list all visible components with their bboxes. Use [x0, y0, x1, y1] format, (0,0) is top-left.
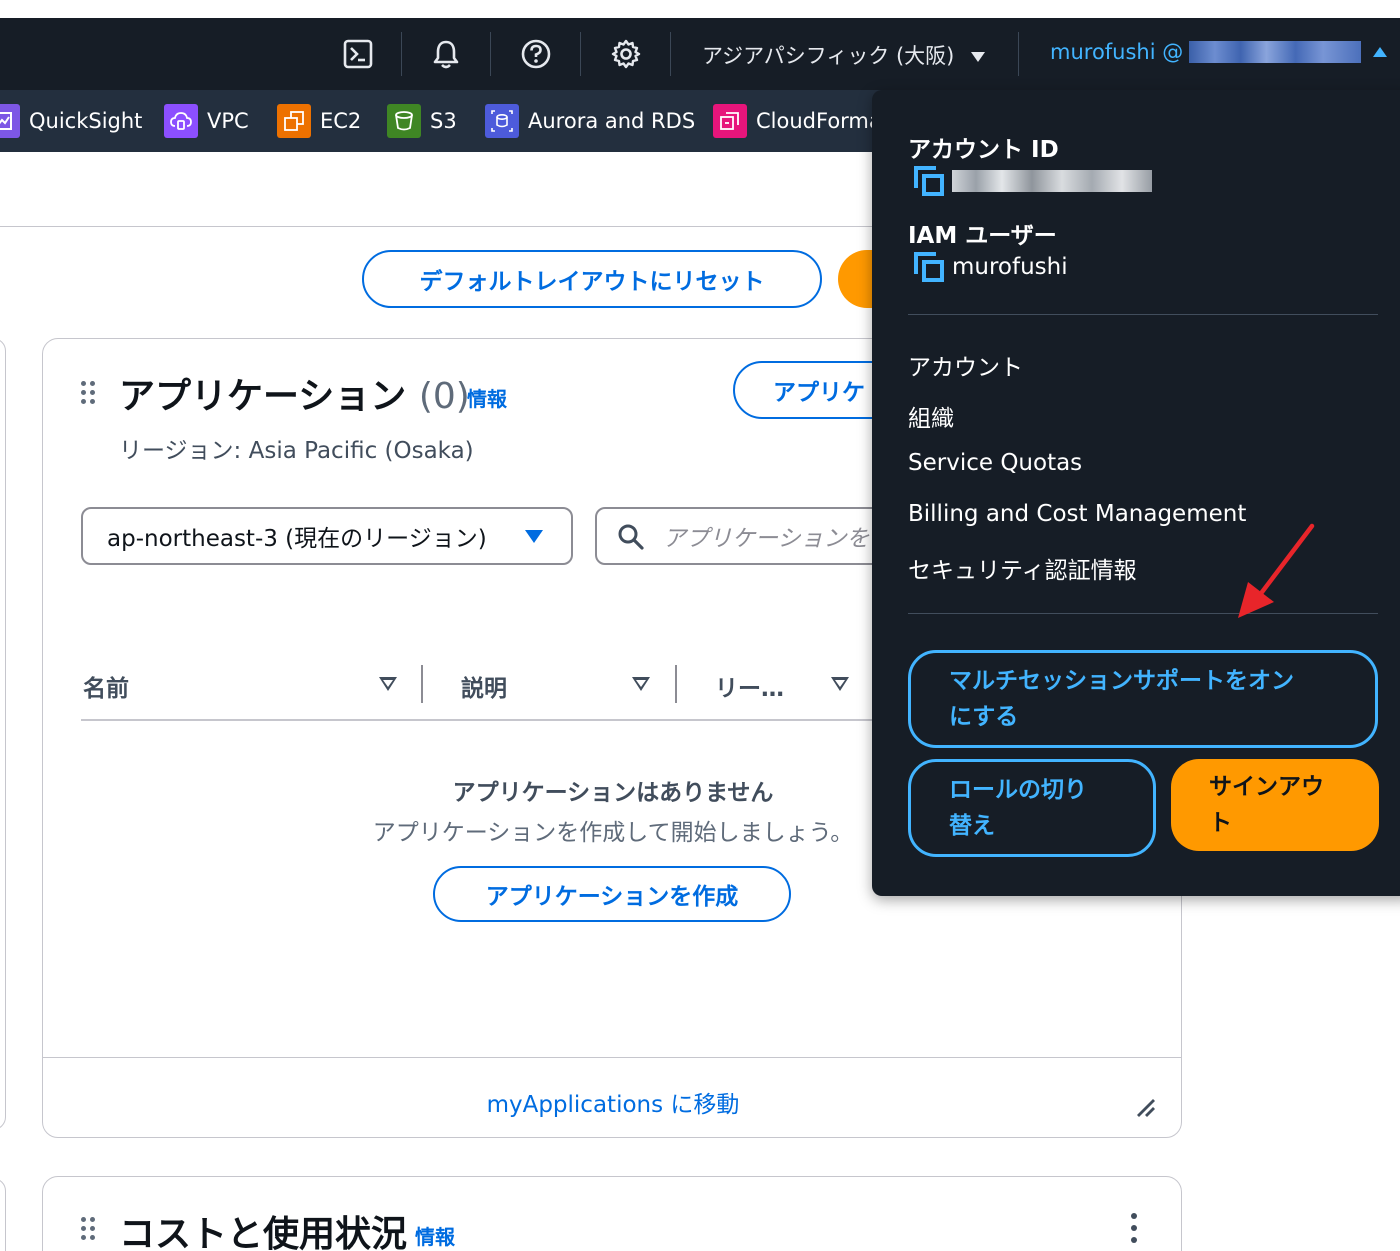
- favorite-aurora-rds[interactable]: Aurora and RDS: [485, 104, 695, 138]
- gear-icon[interactable]: [608, 36, 644, 72]
- favorite-quicksight[interactable]: QuickSight: [0, 104, 142, 138]
- button-label-line: マルチセッションサポートをオン: [949, 668, 1294, 694]
- caret-down-icon: [525, 530, 543, 543]
- region-select-value: ap-northeast-3 (現在のリージョン): [107, 526, 487, 552]
- button-label-line: にする: [949, 704, 1019, 730]
- region-select[interactable]: ap-northeast-3 (現在のリージョン): [81, 507, 573, 565]
- nav-divider: [1018, 32, 1019, 76]
- copy-icon: [914, 166, 944, 196]
- nav-divider: [401, 32, 402, 76]
- turn-on-multisession-button[interactable]: マルチセッションサポートをオン にする: [908, 650, 1378, 748]
- top-navigation-bar: アジアパシフィック (大阪) murofushi @: [0, 18, 1400, 90]
- user-name-label: murofushi @: [1050, 40, 1184, 64]
- left-widget-edge: [0, 338, 6, 1130]
- sign-out-button[interactable]: サインアウ ト: [1171, 759, 1379, 851]
- iam-user-value: murofushi: [952, 254, 1068, 280]
- quicksight-icon: [0, 104, 20, 138]
- rds-icon: [485, 104, 519, 138]
- button-label-line: ト: [1209, 810, 1232, 836]
- favorite-label: CloudForma: [756, 109, 882, 133]
- sort-icon[interactable]: [632, 677, 650, 691]
- button-label-line: ロールの切り: [949, 777, 1087, 803]
- column-header-description[interactable]: 説明: [461, 669, 507, 703]
- drag-handle-icon[interactable]: [81, 1217, 97, 1243]
- applications-count: (0): [418, 376, 470, 417]
- drag-handle-icon[interactable]: [81, 381, 97, 407]
- create-application-button[interactable]: アプリケーションを作成: [433, 866, 791, 922]
- caret-down-icon: [971, 52, 986, 62]
- account-menu-dropdown: アカウント ID IAM ユーザー murofushi アカウント 組織 Ser…: [872, 90, 1400, 896]
- go-to-myapplications-link[interactable]: myApplications に移動: [43, 1085, 1181, 1119]
- region-label: アジアパシフィック (大阪): [702, 44, 955, 68]
- column-resizer[interactable]: [675, 665, 677, 703]
- widget-title-text: アプリケーション: [119, 376, 407, 417]
- reset-layout-button[interactable]: デフォルトレイアウトにリセット: [362, 250, 822, 308]
- menu-item-security-credentials[interactable]: セキュリティ認証情報: [908, 551, 1137, 585]
- menu-divider: [908, 314, 1378, 315]
- nav-divider: [580, 32, 581, 76]
- favorite-label: VPC: [207, 109, 249, 133]
- search-placeholder: アプリケーションを: [663, 526, 870, 552]
- cost-usage-widget: コストと使用状況 情報: [42, 1176, 1182, 1251]
- info-link[interactable]: 情報: [467, 383, 507, 412]
- iam-user-label: IAM ユーザー: [908, 223, 1057, 249]
- search-icon: [617, 523, 645, 557]
- menu-item-billing[interactable]: Billing and Cost Management: [908, 501, 1246, 527]
- copy-icon: [914, 252, 944, 282]
- nav-divider: [670, 32, 671, 76]
- nav-divider: [490, 32, 491, 76]
- s3-icon: [387, 104, 421, 138]
- favorite-ec2[interactable]: EC2: [277, 104, 361, 138]
- sort-icon[interactable]: [831, 677, 849, 691]
- favorite-label: QuickSight: [29, 109, 143, 133]
- info-link[interactable]: 情報: [415, 1221, 455, 1250]
- menu-item-organizations[interactable]: 組織: [908, 399, 954, 433]
- footer-link-text: myApplications に移動: [486, 1092, 740, 1118]
- account-menu-trigger[interactable]: murofushi @: [1050, 40, 1388, 64]
- left-widget-edge: [0, 1178, 6, 1251]
- resize-handle-icon[interactable]: [1135, 1097, 1157, 1123]
- ec2-icon: [277, 104, 311, 138]
- switch-role-button[interactable]: ロールの切り 替え: [908, 759, 1156, 857]
- caret-up-icon: [1373, 47, 1388, 57]
- column-resizer[interactable]: [421, 665, 423, 703]
- help-icon[interactable]: [518, 36, 554, 72]
- cloudformation-icon: [713, 104, 747, 138]
- bell-icon[interactable]: [428, 36, 464, 72]
- vpc-icon: [164, 104, 198, 138]
- favorite-cloudformation[interactable]: CloudForma: [713, 104, 882, 138]
- widget-title: アプリケーション (0): [119, 367, 470, 419]
- button-label-line: サインアウ: [1209, 774, 1324, 800]
- favorite-s3[interactable]: S3: [387, 104, 457, 138]
- region-selector[interactable]: アジアパシフィック (大阪): [702, 40, 986, 70]
- favorite-label: Aurora and RDS: [528, 109, 696, 133]
- copy-account-id[interactable]: [914, 166, 1152, 196]
- region-subtitle: リージョン: Asia Pacific (Osaka): [119, 438, 474, 464]
- redacted-account-id: [952, 170, 1152, 192]
- widget-title: コストと使用状況: [119, 1214, 408, 1251]
- widget-footer-divider: [43, 1057, 1181, 1058]
- account-id-label: アカウント ID: [908, 137, 1059, 163]
- column-header-region[interactable]: リー…: [715, 669, 784, 703]
- copy-iam-user[interactable]: murofushi: [914, 252, 1068, 282]
- column-header-name[interactable]: 名前: [83, 669, 129, 703]
- favorite-label: EC2: [320, 109, 362, 133]
- sort-icon[interactable]: [379, 677, 397, 691]
- favorite-label: S3: [430, 109, 457, 133]
- cloudshell-icon[interactable]: [340, 36, 376, 72]
- button-label-line: 替え: [949, 813, 995, 839]
- favorite-vpc[interactable]: VPC: [164, 104, 249, 138]
- menu-item-service-quotas[interactable]: Service Quotas: [908, 450, 1082, 476]
- more-actions-icon[interactable]: [1131, 1213, 1137, 1243]
- menu-item-account[interactable]: アカウント: [908, 348, 1023, 382]
- annotation-arrow-icon: [1230, 520, 1326, 628]
- redacted-account-id: [1189, 41, 1362, 63]
